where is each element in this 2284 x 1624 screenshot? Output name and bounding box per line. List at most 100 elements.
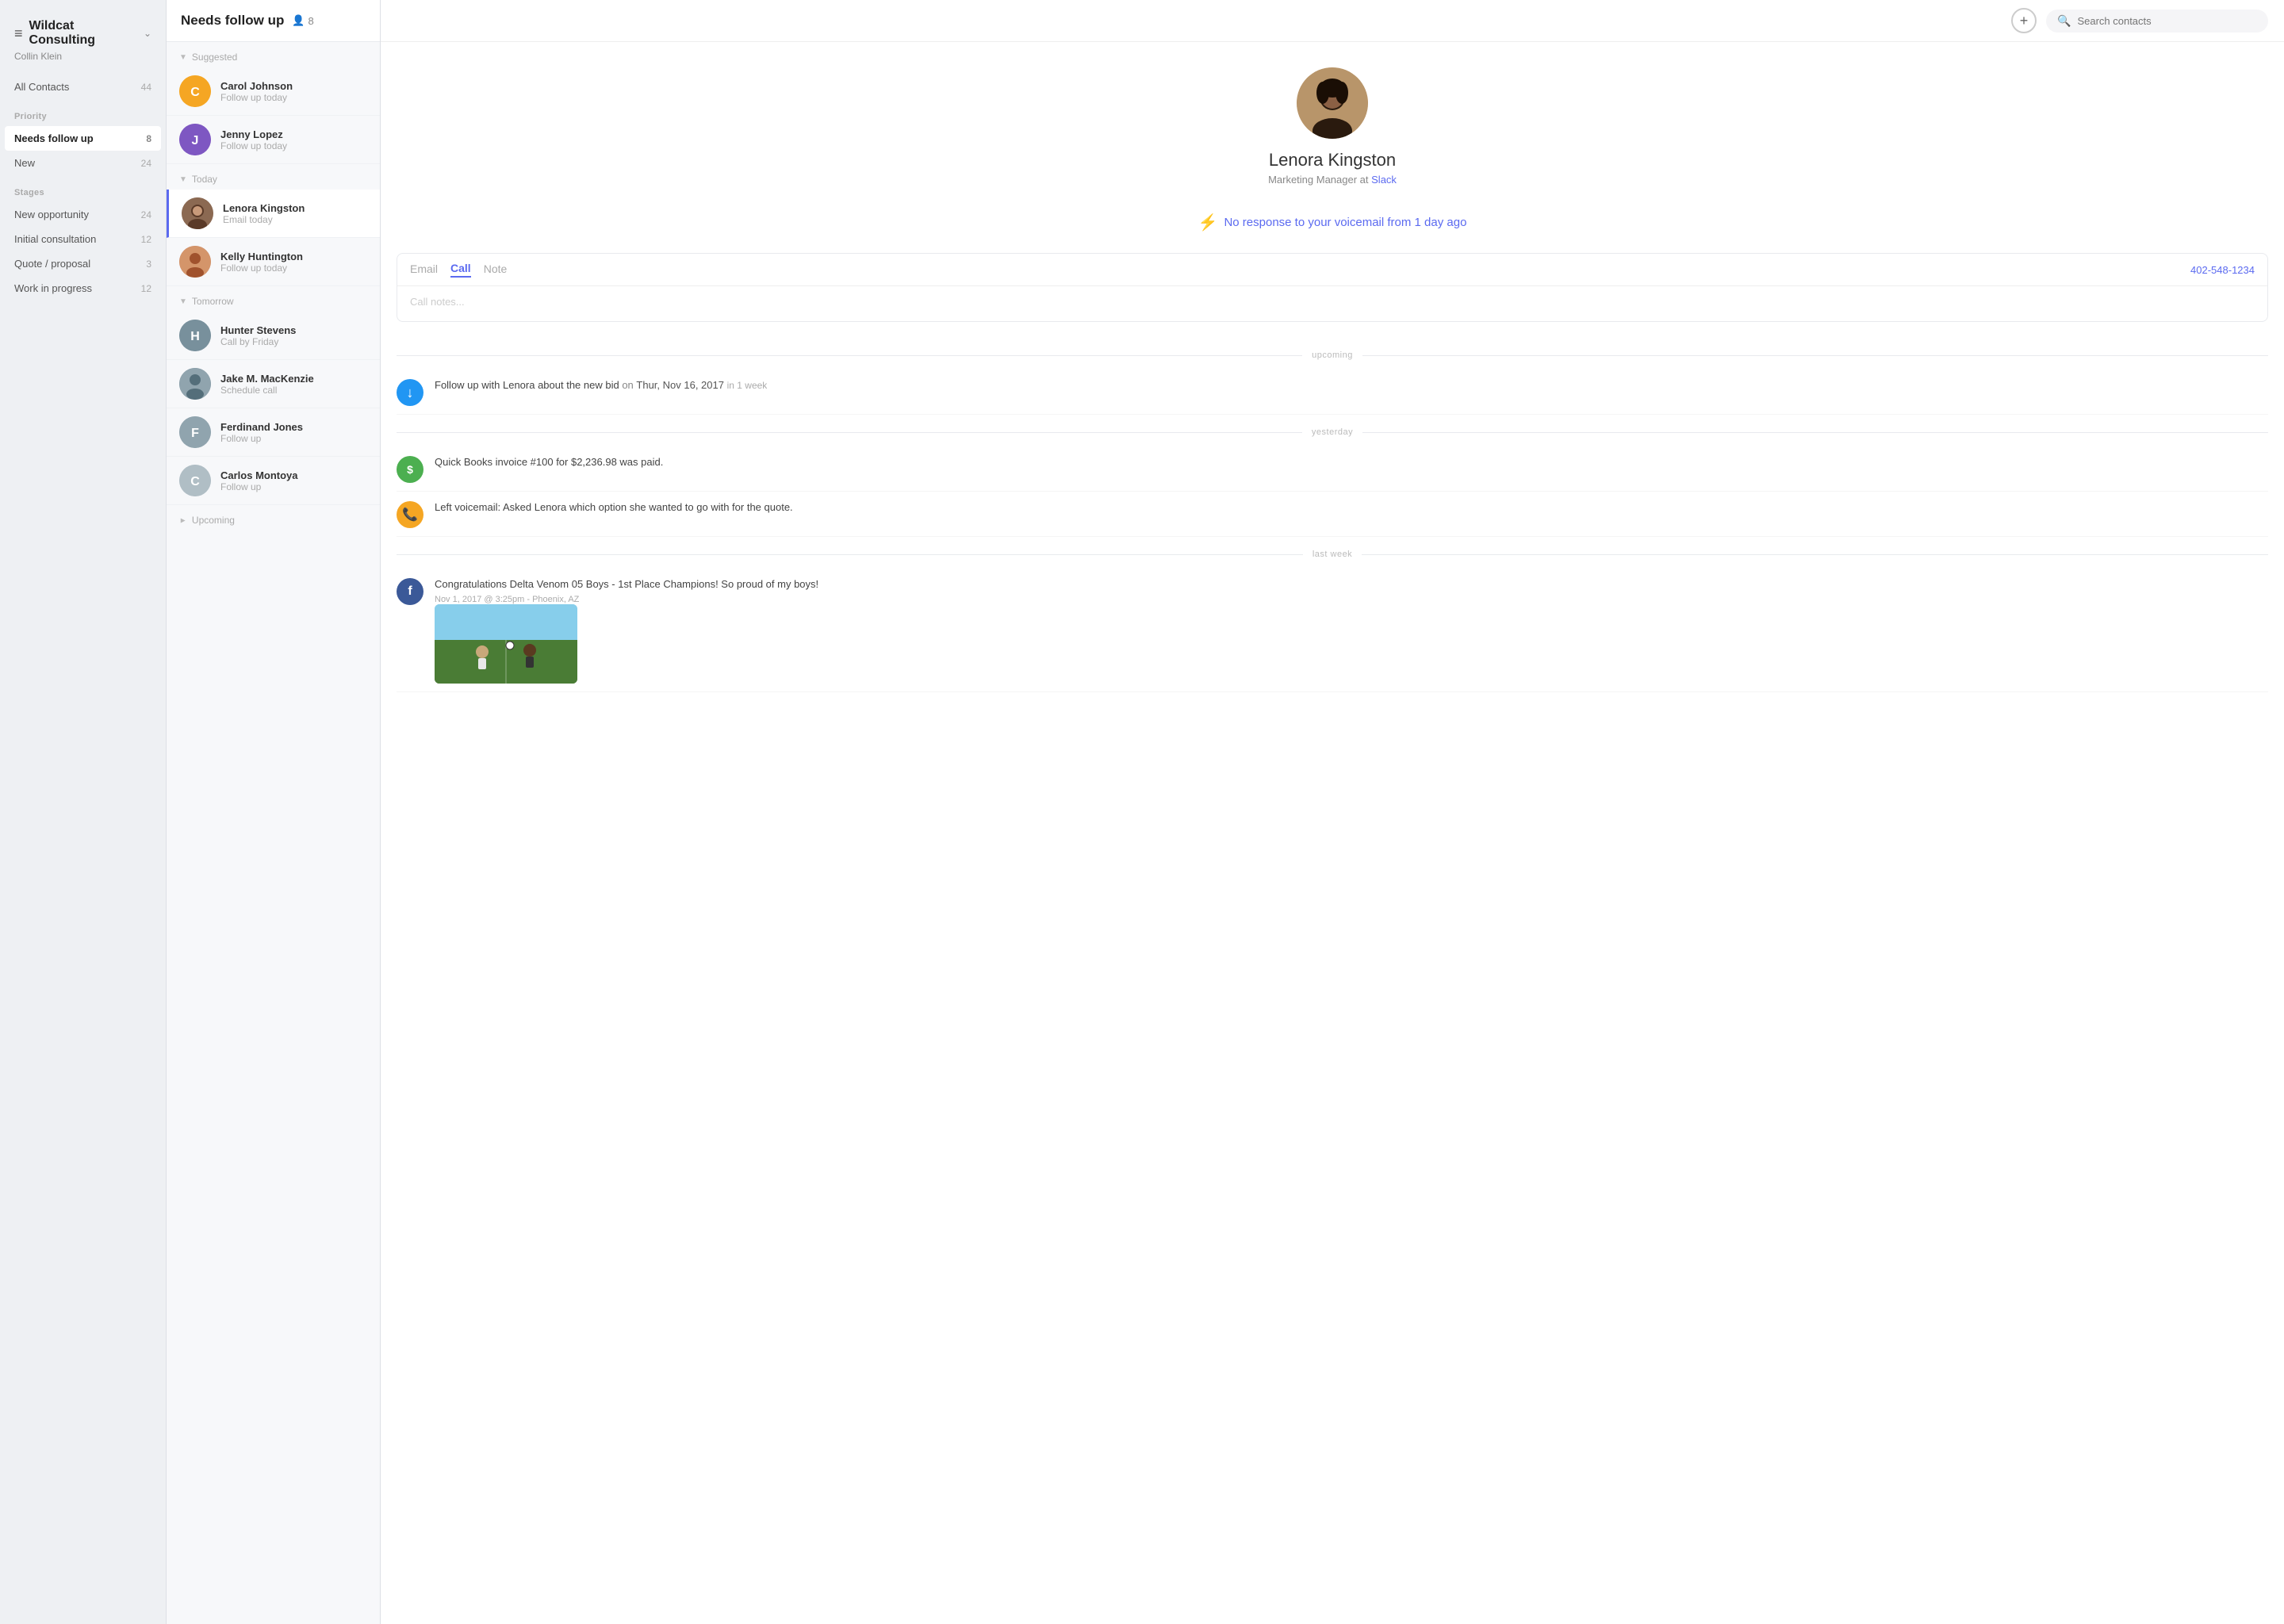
search-input[interactable] xyxy=(2077,15,2257,27)
sidebar: ≡ Wildcat Consulting ⌄ Collin Klein All … xyxy=(0,0,167,1624)
contact-item-carol[interactable]: C Carol Johnson Follow up today xyxy=(167,67,380,116)
section-suggested-label: Suggested xyxy=(192,52,237,63)
middle-header: Needs follow up 👤 8 xyxy=(167,0,380,42)
contact-sub-lenora: Email today xyxy=(223,214,305,225)
timeline-text-lastweek1: Congratulations Delta Venom 05 Boys - 1s… xyxy=(435,576,818,592)
svg-text:H: H xyxy=(190,330,200,343)
contact-item-jake[interactable]: Jake M. MacKenzie Schedule call xyxy=(167,360,380,408)
sidebar-item-new-opportunity[interactable]: New opportunity 24 xyxy=(0,202,166,227)
avatar-kelly xyxy=(179,246,211,278)
call-notes-input[interactable]: Call notes... xyxy=(397,286,2267,321)
chevron-down-icon: ⌄ xyxy=(144,28,151,39)
contact-info-kelly: Kelly Huntington Follow up today xyxy=(220,251,303,274)
contact-name-carol: Carol Johnson xyxy=(220,80,293,92)
new-opportunity-badge: 24 xyxy=(141,209,151,220)
timeline-meta-lastweek1: Nov 1, 2017 @ 3:25pm - Phoenix, AZ xyxy=(435,595,818,604)
sidebar-item-quote-proposal[interactable]: Quote / proposal 3 xyxy=(0,251,166,276)
add-button[interactable]: + xyxy=(2011,8,2037,33)
alert-text: No response to your voicemail from 1 day… xyxy=(1224,216,1466,229)
tab-email[interactable]: Email xyxy=(410,262,438,277)
sidebar-item-new[interactable]: New 24 xyxy=(0,151,166,175)
phone-number[interactable]: 402-548-1234 xyxy=(2190,264,2255,276)
people-icon: 👤 xyxy=(292,14,305,27)
avatar-lenora xyxy=(182,197,213,229)
timeline-text-upcoming1: Follow up with Lenora about the new bid … xyxy=(435,377,767,393)
initial-consultation-badge: 12 xyxy=(141,234,151,245)
new-badge: 24 xyxy=(141,158,151,169)
contact-info-carol: Carol Johnson Follow up today xyxy=(220,80,293,103)
soccer-image xyxy=(435,604,577,684)
user-name: Collin Klein xyxy=(0,51,166,62)
upcoming-label: upcoming xyxy=(1312,350,1353,360)
needs-follow-up-badge: 8 xyxy=(146,133,151,144)
sidebar-item-initial-consultation[interactable]: Initial consultation 12 xyxy=(0,227,166,251)
all-contacts-badge: 44 xyxy=(141,82,151,93)
section-today[interactable]: ▼ Today xyxy=(167,164,380,190)
avatar-hunter: H xyxy=(179,320,211,351)
contact-item-kelly[interactable]: Kelly Huntington Follow up today xyxy=(167,238,380,286)
timeline-content-upcoming1: Follow up with Lenora about the new bid … xyxy=(435,377,767,393)
sidebar-item-all-contacts[interactable]: All Contacts 44 xyxy=(0,75,166,99)
org-name[interactable]: Wildcat Consulting xyxy=(29,19,137,48)
contact-name-jake: Jake M. MacKenzie xyxy=(220,373,314,385)
profile-company-link[interactable]: Slack xyxy=(1371,174,1397,186)
contact-item-hunter[interactable]: H Hunter Stevens Call by Friday xyxy=(167,312,380,360)
timeline-section: upcoming ↓ Follow up with Lenora about t… xyxy=(381,338,2284,692)
detail-panel: + 🔍 Lenora Kingston Marketing Manager at xyxy=(381,0,2284,1624)
new-opportunity-label: New opportunity xyxy=(14,209,89,220)
alert-bar: ⚡ No response to your voicemail from 1 d… xyxy=(397,205,2268,240)
section-upcoming[interactable]: ▼ Upcoming xyxy=(167,505,380,530)
svg-text:C: C xyxy=(190,475,200,488)
svg-text:C: C xyxy=(190,86,200,99)
contact-name-carlos: Carlos Montoya xyxy=(220,469,298,481)
contacts-list-panel: Needs follow up 👤 8 ▼ Suggested C Carol … xyxy=(167,0,381,1624)
contact-item-lenora[interactable]: Lenora Kingston Email today xyxy=(167,190,380,238)
contact-sub-hunter: Call by Friday xyxy=(220,336,296,347)
search-box: 🔍 xyxy=(2046,10,2268,33)
stages-section-label: Stages xyxy=(0,175,166,202)
hamburger-icon[interactable]: ≡ xyxy=(14,25,23,42)
timeline-content-yesterday1: Quick Books invoice #100 for $2,236.98 w… xyxy=(435,454,663,470)
people-badge: 👤 8 xyxy=(292,14,313,27)
avatar-ferdinand: F xyxy=(179,416,211,448)
timeline-divider-yesterday: yesterday xyxy=(397,427,2268,437)
timeline-divider-last-week: last week xyxy=(397,550,2268,559)
tab-note[interactable]: Note xyxy=(484,262,508,277)
quote-proposal-badge: 3 xyxy=(146,259,151,270)
profile-avatar xyxy=(1297,67,1368,139)
section-tomorrow[interactable]: ▼ Tomorrow xyxy=(167,286,380,312)
avatar-carol: C xyxy=(179,75,211,107)
contact-item-ferdinand[interactable]: F Ferdinand Jones Follow up xyxy=(167,408,380,457)
people-count: 8 xyxy=(308,15,314,27)
avatar-jenny: J xyxy=(179,124,211,155)
sidebar-item-needs-follow-up[interactable]: Needs follow up 8 xyxy=(5,126,161,151)
contact-name-ferdinand: Ferdinand Jones xyxy=(220,421,303,433)
timeline-text-yesterday1: Quick Books invoice #100 for $2,236.98 w… xyxy=(435,454,663,470)
contact-item-jenny[interactable]: J Jenny Lopez Follow up today xyxy=(167,116,380,164)
work-in-progress-label: Work in progress xyxy=(14,282,92,294)
contact-sub-jenny: Follow up today xyxy=(220,140,287,151)
section-chevron-suggested: ▼ xyxy=(179,53,187,62)
section-chevron-today: ▼ xyxy=(179,175,187,184)
svg-text:F: F xyxy=(191,427,199,440)
tab-call[interactable]: Call xyxy=(450,262,471,278)
contact-name-hunter: Hunter Stevens xyxy=(220,324,296,336)
middle-panel-title: Needs follow up xyxy=(181,13,284,29)
timeline-content-lastweek1: Congratulations Delta Venom 05 Boys - 1s… xyxy=(435,576,818,684)
last-week-label: last week xyxy=(1313,550,1352,559)
section-suggested[interactable]: ▼ Suggested xyxy=(167,42,380,67)
contact-sub-ferdinand: Follow up xyxy=(220,433,303,444)
work-in-progress-badge: 12 xyxy=(141,283,151,294)
contact-info-hunter: Hunter Stevens Call by Friday xyxy=(220,324,296,347)
timeline-item-yesterday1: $ Quick Books invoice #100 for $2,236.98… xyxy=(397,446,2268,492)
contact-item-carlos[interactable]: C Carlos Montoya Follow up xyxy=(167,457,380,505)
sidebar-item-work-in-progress[interactable]: Work in progress 12 xyxy=(0,276,166,301)
yesterday-label: yesterday xyxy=(1312,427,1353,437)
contact-sub-jake: Schedule call xyxy=(220,385,314,396)
profile-title-text: Marketing Manager at xyxy=(1268,174,1368,186)
timeline-icon-yesterday1: $ xyxy=(397,456,423,483)
contact-sub-carol: Follow up today xyxy=(220,92,293,103)
contact-info-jake: Jake M. MacKenzie Schedule call xyxy=(220,373,314,396)
section-upcoming-label: Upcoming xyxy=(192,515,235,526)
section-tomorrow-label: Tomorrow xyxy=(192,296,234,307)
